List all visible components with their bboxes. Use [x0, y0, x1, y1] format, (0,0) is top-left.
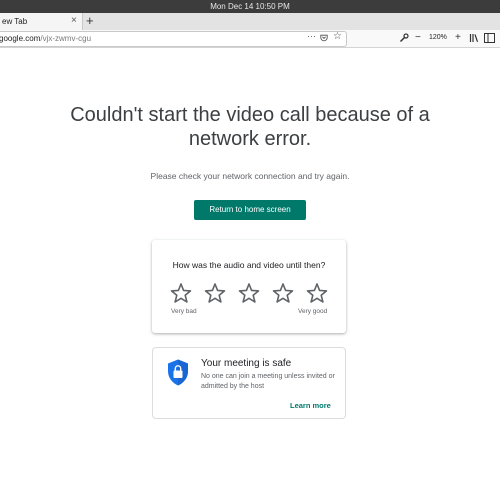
meeting-safe-card: Your meeting is safe No one can join a m…: [153, 348, 345, 418]
return-home-button[interactable]: Return to home screen: [194, 200, 306, 220]
error-headline: Couldn't start the video call because of…: [70, 104, 430, 150]
learn-more-link[interactable]: Learn more: [290, 401, 331, 410]
safe-description: No one can join a meeting unless invited…: [201, 373, 335, 390]
star-icon[interactable]: [306, 282, 328, 304]
url-path: /vjx-zwmv-cgu: [40, 34, 92, 43]
zoom-level[interactable]: 120%: [429, 34, 447, 41]
library-icon[interactable]: [469, 33, 479, 43]
shield-lock-icon: [168, 359, 188, 386]
star-icon[interactable]: [170, 282, 192, 304]
os-top-bar: Mon Dec 14 10:50 PM: [0, 0, 500, 13]
rating-card: How was the audio and video until then? …: [152, 240, 346, 333]
star-icon[interactable]: [238, 282, 260, 304]
tab-title: ew Tab: [2, 17, 28, 26]
wrench-icon[interactable]: [399, 33, 409, 43]
rating-question: How was the audio and video until then?: [172, 260, 326, 270]
url-host: google.com: [0, 34, 41, 43]
error-subtext: Please check your network connection and…: [150, 171, 350, 181]
sidebar-icon[interactable]: [484, 33, 495, 43]
url-bar[interactable]: google.com/vjx-zwmv-cgu ··· ☆: [0, 31, 347, 47]
safe-title: Your meeting is safe: [201, 358, 292, 369]
rating-high-label: Very good: [298, 308, 328, 315]
more-icon[interactable]: ···: [307, 31, 316, 41]
os-clock[interactable]: Mon Dec 14 10:50 PM: [210, 2, 290, 11]
navigation-bar: google.com/vjx-zwmv-cgu ··· ☆ − 120% +: [0, 30, 500, 48]
url-text[interactable]: google.com/vjx-zwmv-cgu: [0, 34, 91, 43]
star-icon[interactable]: [204, 282, 226, 304]
close-icon[interactable]: ×: [71, 15, 77, 27]
rating-low-label: Very bad: [171, 308, 197, 315]
star-icon[interactable]: [272, 282, 294, 304]
pocket-icon[interactable]: [320, 34, 328, 42]
tab-strip: ew Tab × +: [0, 13, 500, 30]
browser-tab[interactable]: ew Tab ×: [0, 13, 83, 30]
new-tab-icon[interactable]: +: [86, 14, 94, 28]
zoom-in-icon[interactable]: +: [455, 31, 461, 45]
bookmark-star-icon[interactable]: ☆: [333, 31, 342, 42]
star-rating: [170, 282, 330, 304]
zoom-out-icon[interactable]: −: [415, 31, 421, 45]
